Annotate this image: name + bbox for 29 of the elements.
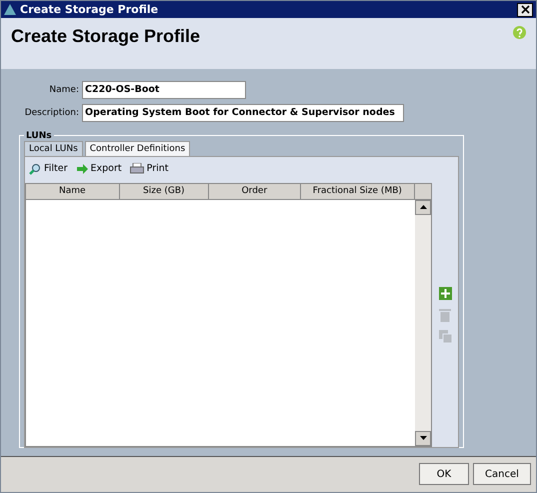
up-arrow-icon[interactable] (420, 205, 426, 210)
toolbar-button[interactable]: Filter (27, 162, 70, 175)
scrollbar[interactable] (415, 200, 431, 446)
printer-icon (130, 162, 144, 175)
window-title: Create Storage Profile (20, 3, 160, 16)
add-icon[interactable] (438, 286, 452, 300)
cancel-button[interactable]: Cancel (473, 463, 531, 486)
group-legend: LUNs (24, 130, 54, 141)
page-title: Create Storage Profile (11, 26, 200, 48)
toolbar-button[interactable]: Print (128, 162, 170, 175)
field-label: Description: (24, 108, 79, 118)
column-header[interactable]: Size (GB) (120, 184, 210, 200)
down-arrow-icon[interactable] (420, 436, 426, 440)
magnifier-icon (29, 162, 41, 175)
text-field[interactable]: Operating System Boot for Connector & Supervisor nodes (82, 104, 404, 122)
field-label: Name: (48, 84, 79, 95)
tab[interactable]: Local LUNs (24, 140, 83, 156)
toolbar-button[interactable]: Export (74, 163, 124, 174)
help-icon[interactable] (513, 26, 526, 40)
arrow-icon (76, 164, 88, 174)
column-header[interactable]: Fractional Size (MB) (300, 184, 416, 200)
close-icon (520, 5, 530, 14)
app-icon (4, 4, 16, 16)
text-field[interactable]: C220-OS-Boot (82, 80, 246, 99)
ok-button[interactable]: OK (419, 463, 469, 486)
tab[interactable]: Controller Definitions (84, 140, 190, 156)
column-header[interactable]: Order (209, 184, 301, 200)
column-header[interactable]: Name (26, 184, 120, 200)
close-button[interactable] (517, 2, 533, 17)
